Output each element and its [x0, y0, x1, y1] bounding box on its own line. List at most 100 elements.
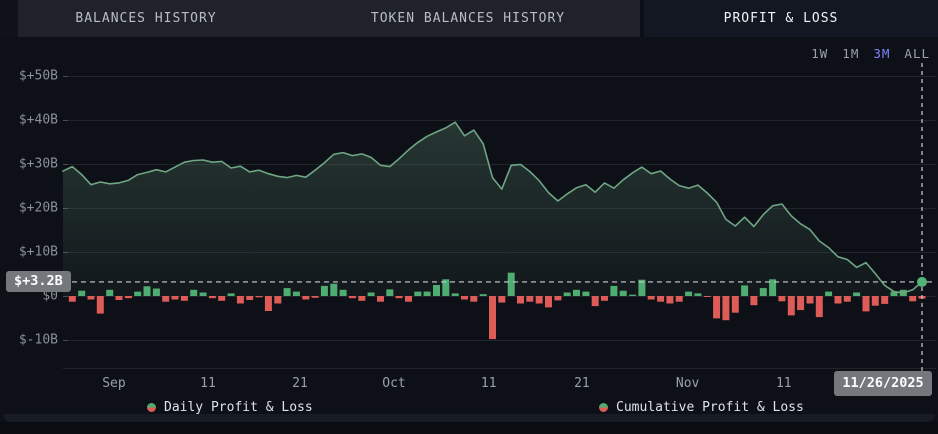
daily-pnl-bar — [190, 290, 197, 296]
daily-pnl-bar — [881, 296, 888, 304]
daily-pnl-bar — [554, 296, 561, 300]
daily-pnl-bar — [386, 289, 393, 296]
daily-pnl-bar — [433, 285, 440, 296]
daily-pnl-bar — [106, 290, 113, 296]
daily-pnl-bar — [872, 296, 879, 306]
daily-pnl-bar — [685, 292, 692, 296]
daily-pnl-bar — [349, 296, 356, 298]
range-option-all[interactable]: ALL — [904, 46, 930, 61]
crosshair-date-badge: 11/26/2025 — [834, 371, 932, 396]
daily-pnl-bar — [629, 295, 636, 296]
daily-pnl-bar — [321, 286, 328, 296]
daily-pnl-bar — [246, 296, 253, 300]
daily-pnl-bar — [452, 293, 459, 296]
daily-pnl-bar — [172, 296, 179, 300]
legend-item-daily[interactable]: Daily Profit & Loss — [147, 400, 313, 415]
daily-pnl-bar — [750, 296, 757, 305]
daily-pnl-bar — [69, 296, 76, 302]
legend-item-cumulative[interactable]: Cumulative Profit & Loss — [599, 400, 804, 415]
daily-pnl-bar — [545, 296, 552, 307]
daily-pnl-bar — [480, 294, 487, 296]
daily-pnl-bar — [620, 291, 627, 296]
daily-pnl-bar — [358, 296, 365, 301]
daily-pnl-bar — [340, 290, 347, 296]
daily-pnl-bar — [284, 288, 291, 296]
daily-pnl-bar — [424, 292, 431, 296]
daily-pnl-bar — [909, 296, 916, 301]
profit-loss-panel: BALANCES HISTORY TOKEN BALANCES HISTORY PR… — [0, 0, 938, 434]
daily-pnl-bar — [265, 296, 272, 311]
daily-pnl-bar — [788, 296, 795, 315]
legend-label: Cumulative Profit & Loss — [616, 400, 804, 415]
daily-pnl-bar — [209, 296, 216, 298]
daily-pnl-bar — [825, 292, 832, 296]
daily-pnl-bar — [302, 296, 309, 300]
tab-balances-history[interactable]: BALANCES HISTORY — [75, 0, 216, 37]
daily-pnl-bar — [470, 296, 477, 302]
daily-pnl-bar — [526, 296, 533, 302]
daily-pnl-bar — [274, 296, 281, 304]
daily-pnl-bar — [844, 296, 851, 302]
daily-pnl-bar — [564, 293, 571, 297]
range-selector: 1W 1M 3M ALL — [811, 46, 930, 61]
daily-pnl-bar — [741, 285, 748, 296]
daily-pnl-bar — [657, 296, 664, 302]
daily-pnl-bar — [704, 296, 711, 297]
daily-pnl-bar — [405, 296, 412, 302]
daily-pnl-bar — [330, 284, 337, 296]
daily-pnl-bar — [461, 296, 468, 300]
daily-pnl-bar — [853, 293, 860, 297]
daily-pnl-bar — [676, 296, 683, 302]
daily-pnl-bar — [517, 296, 524, 304]
daily-pnl-bar — [610, 286, 617, 296]
daily-pnl-bar — [293, 292, 300, 296]
daily-pnl-bar — [722, 296, 729, 320]
daily-pnl-bar — [368, 293, 375, 297]
legend-dot-icon — [147, 403, 156, 412]
legend-label: Daily Profit & Loss — [164, 400, 313, 415]
daily-pnl-bar — [396, 296, 403, 298]
daily-pnl-bar — [116, 296, 123, 300]
daily-pnl-bar — [760, 288, 767, 296]
daily-pnl-bar — [732, 296, 739, 313]
daily-pnl-bar — [601, 296, 608, 301]
daily-pnl-bar — [312, 296, 319, 298]
daily-pnl-bar — [125, 296, 132, 298]
daily-pnl-bar — [778, 296, 785, 301]
legend-dot-icon — [599, 403, 608, 412]
range-option-1m[interactable]: 1M — [842, 46, 859, 61]
tab-token-balances-history[interactable]: TOKEN BALANCES HISTORY — [371, 0, 565, 37]
daily-pnl-bar — [228, 293, 235, 296]
daily-pnl-bar — [489, 296, 496, 339]
range-option-1w[interactable]: 1W — [811, 46, 828, 61]
daily-pnl-bar — [648, 296, 655, 300]
daily-pnl-bar — [573, 290, 580, 296]
daily-pnl-bar — [181, 296, 188, 301]
daily-pnl-bar — [144, 286, 151, 296]
daily-pnl-bar — [88, 296, 95, 300]
daily-pnl-bar — [97, 296, 104, 314]
chart-canvas[interactable] — [0, 0, 938, 434]
daily-pnl-bar — [200, 293, 207, 297]
daily-pnl-bar — [377, 296, 384, 302]
range-option-3m[interactable]: 3M — [873, 46, 890, 61]
daily-pnl-bar — [78, 291, 85, 296]
tab-bar: BALANCES HISTORY TOKEN BALANCES HISTORY PR… — [0, 0, 938, 37]
daily-pnl-bar — [816, 296, 823, 317]
daily-pnl-bar — [797, 296, 804, 310]
daily-pnl-bar — [256, 296, 263, 297]
daily-pnl-bar — [237, 296, 244, 304]
daily-pnl-bar — [835, 296, 842, 304]
daily-pnl-bar — [414, 292, 421, 296]
daily-pnl-bar — [162, 296, 169, 302]
daily-pnl-bar — [508, 273, 515, 296]
daily-pnl-bar — [666, 296, 673, 304]
tab-profit-loss[interactable]: PROFIT & LOSS — [724, 0, 839, 37]
daily-pnl-bar — [536, 296, 543, 304]
last-value-dot — [917, 277, 927, 287]
daily-pnl-bar — [582, 292, 589, 296]
daily-pnl-bar — [218, 296, 225, 301]
daily-pnl-bar — [134, 292, 141, 296]
daily-pnl-bar — [694, 293, 701, 296]
daily-pnl-bar — [807, 296, 814, 304]
